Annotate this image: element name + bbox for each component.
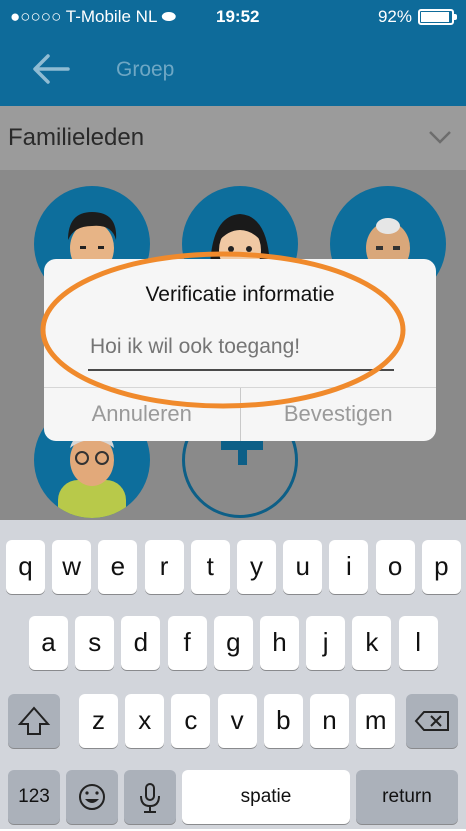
dialog-title: Verificatie informatie xyxy=(145,283,335,306)
key-v[interactable]: v xyxy=(217,694,257,748)
key-l[interactable]: l xyxy=(398,616,438,670)
confirm-button[interactable]: Bevestigen xyxy=(241,388,437,441)
key-e[interactable]: e xyxy=(98,540,138,594)
section-title: Familieleden xyxy=(8,124,145,151)
key-c[interactable]: c xyxy=(171,694,211,748)
shift-key[interactable] xyxy=(8,694,60,748)
nav-title: Groep xyxy=(116,58,175,81)
key-m[interactable]: m xyxy=(356,694,396,748)
key-j[interactable]: j xyxy=(306,616,346,670)
verification-dialog: Verificatie informatie Annuleren Bevesti… xyxy=(44,259,436,441)
key-p[interactable]: p xyxy=(421,540,461,594)
key-z[interactable]: z xyxy=(79,694,118,748)
key-b[interactable]: b xyxy=(263,694,303,748)
microphone-key[interactable] xyxy=(124,770,176,824)
key-x[interactable]: x xyxy=(125,694,165,748)
verification-message-input[interactable] xyxy=(88,325,394,371)
key-f[interactable]: f xyxy=(167,616,207,670)
key-k[interactable]: k xyxy=(352,616,392,670)
section-header[interactable]: Familieleden xyxy=(0,106,466,171)
microphone-icon xyxy=(140,783,160,813)
key-s[interactable]: s xyxy=(75,616,115,670)
backspace-icon xyxy=(414,711,449,731)
numbers-key[interactable]: 123 xyxy=(8,770,60,824)
chevron-down-icon[interactable] xyxy=(428,128,452,146)
key-r[interactable]: r xyxy=(144,540,184,594)
key-a[interactable]: a xyxy=(29,616,68,670)
key-d[interactable]: d xyxy=(121,616,161,670)
shift-icon xyxy=(17,706,51,735)
key-o[interactable]: o xyxy=(375,540,415,594)
emoji-key[interactable] xyxy=(66,770,118,824)
key-q[interactable]: q xyxy=(6,540,45,594)
battery-percent: 92% xyxy=(377,7,412,26)
key-y[interactable]: y xyxy=(237,540,276,594)
status-bar: ●○○○○ T-Mobile NL ⬬ 19:52 92% xyxy=(0,0,466,34)
key-g[interactable]: g xyxy=(213,616,253,670)
key-t[interactable]: t xyxy=(190,540,230,594)
dialog-button-row: Annuleren Bevestigen xyxy=(44,387,436,441)
clock: 19:52 xyxy=(216,7,260,26)
key-u[interactable]: u xyxy=(283,540,323,594)
battery-icon xyxy=(418,9,457,25)
arrow-left-icon[interactable] xyxy=(30,52,70,86)
cancel-button[interactable]: Annuleren xyxy=(44,388,240,441)
key-i[interactable]: i xyxy=(329,540,369,594)
emoji-icon xyxy=(79,784,105,810)
carrier-label: ●○○○○ T-Mobile NL ⬬ xyxy=(10,7,177,26)
keyboard: 123 spatie return qwertyuiop asdfghjkl zxc… xyxy=(0,520,466,829)
navigation-bar: Groep xyxy=(0,34,466,106)
key-n[interactable]: n xyxy=(310,694,349,748)
return-key[interactable]: return xyxy=(356,770,458,824)
battery-indicator: 92% xyxy=(377,7,457,27)
space-key[interactable]: spatie xyxy=(182,770,350,824)
delete-key[interactable] xyxy=(406,694,458,748)
key-w[interactable]: w xyxy=(52,540,92,594)
key-h[interactable]: h xyxy=(260,616,299,670)
